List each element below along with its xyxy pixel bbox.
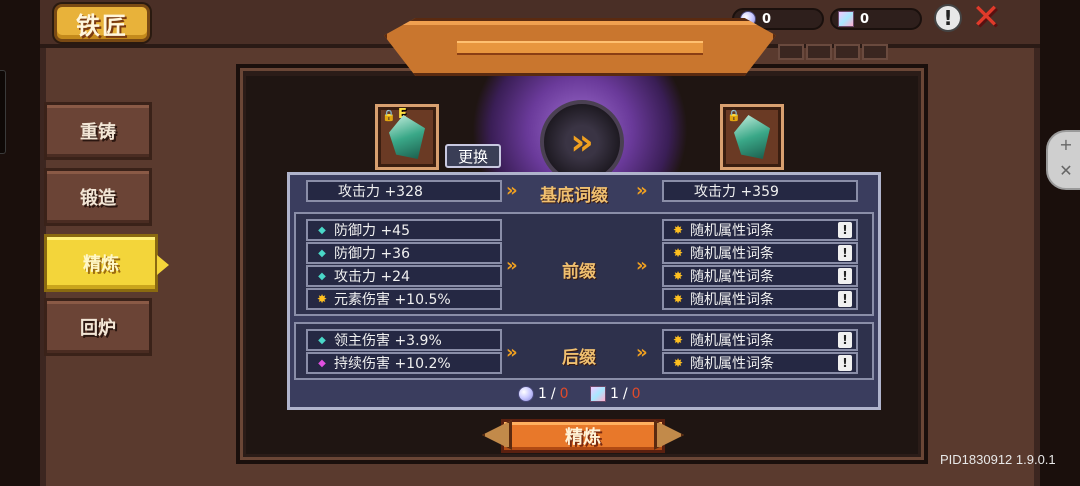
info-icon[interactable]: ! <box>838 245 852 261</box>
info-icon[interactable]: ! <box>838 291 852 307</box>
refine-button[interactable]: 精炼 <box>478 414 688 458</box>
base-stat-new: 攻击力 +359 <box>662 180 858 202</box>
info-icon[interactable]: ! <box>838 222 852 238</box>
white-gem-icon <box>518 386 534 402</box>
gold-star-icon: ✸ <box>672 269 684 283</box>
left-wing-ornament <box>482 420 512 450</box>
stat-text: 随机属性词条 <box>690 269 774 285</box>
currency-value: 0 <box>860 11 870 27</box>
version-label: PID1830912 1.9.0.1 <box>940 452 1056 467</box>
stat-text: 随机属性词条 <box>690 356 774 372</box>
stat-text: 领主伤害 +3.9% <box>334 333 442 349</box>
stat-text: 随机属性词条 <box>690 223 774 239</box>
mini-icon <box>862 44 888 60</box>
cost-have: 1 <box>610 386 619 402</box>
cost-have: 1 <box>538 386 547 402</box>
prefix-random-row: ✸ 随机属性词条 ! <box>662 265 858 287</box>
mini-icon <box>778 44 804 60</box>
cyan-diamond-icon: ◆ <box>318 247 326 259</box>
suffix-label: 后缀 <box>562 348 596 368</box>
info-icon[interactable]: ! <box>838 332 852 348</box>
cost-need: 0 <box>559 386 569 402</box>
gold-star-icon: ✸ <box>316 292 328 306</box>
arrow-icon: » <box>636 180 647 201</box>
mini-icon <box>806 44 832 60</box>
currency-value: 0 <box>762 11 772 27</box>
right-wing-ornament <box>654 420 684 450</box>
tab-recast[interactable]: 重铸 <box>44 102 152 160</box>
arrow-icon: » <box>506 342 517 363</box>
suffix-random-row: ✸ 随机属性词条 ! <box>662 352 858 374</box>
source-item-slot[interactable]: 🔒 E <box>375 104 439 170</box>
stat-text: 随机属性词条 <box>690 292 774 308</box>
screen-edge-handle <box>0 70 6 154</box>
prefix-random-row: ✸ 随机属性词条 ! <box>662 288 858 310</box>
cyan-diamond-icon: ◆ <box>318 334 326 346</box>
arrow-icon: » <box>636 342 647 363</box>
arrow-icon: » <box>506 180 517 201</box>
cost-white-gem: 1/0 <box>518 386 569 402</box>
prefix-stat-row: ◆ 防御力 +36 <box>306 242 502 264</box>
arrow-icon: » <box>506 255 517 276</box>
stat-text: 随机属性词条 <box>690 246 774 262</box>
lock-icon: 🔒 <box>382 109 396 122</box>
base-stat-current: 攻击力 +328 <box>306 180 502 202</box>
base-affix-label: 基底词缀 <box>540 186 608 206</box>
suffix-stat-row: ◆ 领主伤害 +3.9% <box>306 329 502 351</box>
help-button[interactable]: ! <box>934 4 962 32</box>
stat-text: 元素伤害 +10.5% <box>334 292 451 308</box>
info-icon[interactable]: ! <box>838 268 852 284</box>
arrow-icon: » <box>636 255 647 276</box>
gold-star-icon: ✸ <box>672 223 684 237</box>
gold-star-icon: ✸ <box>672 356 684 370</box>
panel-mini-icons <box>778 44 888 60</box>
stat-text: 持续伤害 +10.2% <box>334 356 451 372</box>
prefix-stat-row: ✸ 元素伤害 +10.5% <box>306 288 502 310</box>
cyan-diamond-icon: ◆ <box>318 224 326 236</box>
close-button[interactable]: ✕ <box>970 0 1002 34</box>
stat-text: 攻击力 +24 <box>334 269 410 285</box>
prefix-random-row: ✸ 随机属性词条 ! <box>662 242 858 264</box>
cube-gem-icon <box>590 386 606 402</box>
cyan-diamond-icon: ◆ <box>318 270 326 282</box>
refine-button-label: 精炼 <box>501 419 665 453</box>
pink-diamond-icon: ◆ <box>318 357 326 369</box>
stat-text: 防御力 +45 <box>334 223 410 239</box>
tab-smelt[interactable]: 回炉 <box>44 298 152 356</box>
stat-text: 攻击力 +328 <box>338 184 423 200</box>
gold-star-icon: ✸ <box>672 292 684 306</box>
cube-gem-icon <box>838 11 854 27</box>
cost-cube-gem: 1/0 <box>590 386 641 402</box>
stat-text: 攻击力 +359 <box>694 184 779 200</box>
suffix-random-row: ✸ 随机属性词条 ! <box>662 329 858 351</box>
info-icon[interactable]: ! <box>838 355 852 371</box>
mini-icon <box>834 44 860 60</box>
stat-text: 随机属性词条 <box>690 333 774 349</box>
suffix-stat-row: ◆ 持续伤害 +10.2% <box>306 352 502 374</box>
gold-star-icon: ✸ <box>672 333 684 347</box>
tab-forge[interactable]: 锻造 <box>44 168 152 226</box>
result-item-slot[interactable]: 🔒 <box>720 104 784 170</box>
cost-need: 0 <box>631 386 641 402</box>
currency-cube-gem: 0 <box>830 8 922 30</box>
prefix-label: 前缀 <box>562 262 596 282</box>
top-ornament <box>384 18 776 76</box>
prefix-random-row: ✸ 随机属性词条 ! <box>662 219 858 241</box>
lock-icon: 🔒 <box>727 109 741 122</box>
tab-refine[interactable]: 精炼 <box>44 234 169 292</box>
prefix-stat-row: ◆ 攻击力 +24 <box>306 265 502 287</box>
prefix-stat-row: ◆ 防御力 +45 <box>306 219 502 241</box>
floating-side-button[interactable]: + ✕ <box>1046 130 1080 190</box>
change-item-button[interactable]: 更换 <box>445 144 501 168</box>
gold-star-icon: ✸ <box>672 246 684 260</box>
page-title: 铁匠 <box>54 4 150 42</box>
stat-text: 防御力 +36 <box>334 246 410 262</box>
